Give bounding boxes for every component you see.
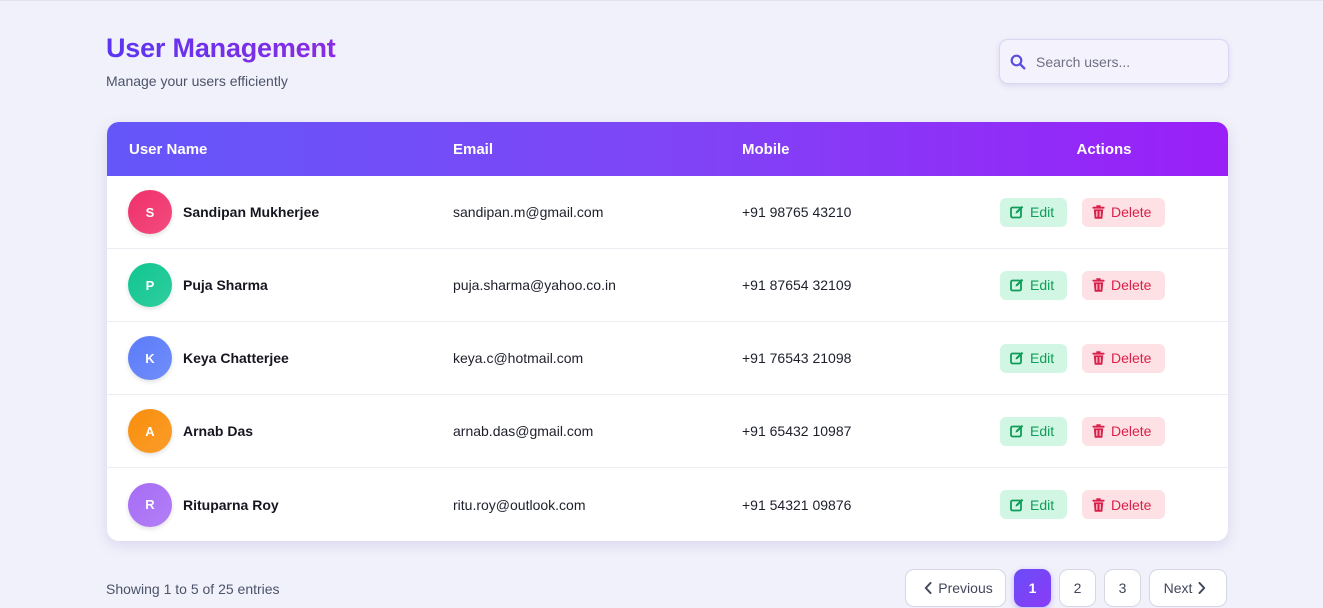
edit-label: Edit bbox=[1030, 277, 1055, 293]
table-row: K Keya Chatterjee keya.c@hotmail.com +91 76… bbox=[107, 322, 1228, 395]
user-name: Keya Chatterjee bbox=[183, 350, 289, 366]
chevron-left-icon bbox=[925, 582, 932, 594]
trash-icon bbox=[1092, 278, 1105, 292]
table-row: S Sandipan Mukherjee sandipan.m@gmail.com +… bbox=[107, 176, 1228, 249]
edit-label: Edit bbox=[1030, 423, 1055, 439]
delete-label: Delete bbox=[1111, 204, 1152, 220]
edit-icon bbox=[1010, 498, 1024, 511]
mobile-cell: +91 54321 09876 bbox=[742, 496, 852, 513]
user-name-cell: P Puja Sharma bbox=[107, 263, 453, 307]
edit-icon bbox=[1010, 205, 1024, 219]
email-cell: puja.sharma@yahoo.co.in bbox=[453, 277, 616, 293]
email-cell: sandipan.m@gmail.com bbox=[453, 204, 604, 220]
page-button-1[interactable]: 1 bbox=[1014, 569, 1051, 607]
user-name: Sandipan Mukherjee bbox=[183, 204, 320, 220]
column-header-email: Email bbox=[453, 140, 494, 158]
avatar: K bbox=[128, 336, 172, 380]
trash-icon bbox=[1092, 205, 1105, 219]
mobile-cell: +91 76543 21098 bbox=[742, 350, 852, 366]
edit-icon bbox=[1010, 351, 1024, 365]
email-cell: ritu.roy@outlook.com bbox=[453, 496, 586, 513]
page-button-2[interactable]: 2 bbox=[1059, 569, 1096, 607]
trash-icon bbox=[1092, 497, 1105, 512]
mobile-cell: +91 98765 43210 bbox=[742, 204, 852, 220]
column-header-user-name: User Name bbox=[129, 140, 208, 158]
delete-button[interactable]: Delete bbox=[1082, 343, 1165, 373]
user-name: Puja Sharma bbox=[183, 277, 268, 293]
actions-cell: Edit Delete bbox=[980, 270, 1228, 300]
actions-cell: Edit Delete bbox=[980, 343, 1228, 373]
edit-icon bbox=[1010, 424, 1024, 438]
email-cell: arnab.das@gmail.com bbox=[453, 423, 594, 439]
edit-button[interactable]: Edit bbox=[1000, 416, 1067, 446]
delete-label: Delete bbox=[1111, 496, 1152, 513]
table-body: S Sandipan Mukherjee sandipan.m@gmail.com +… bbox=[107, 176, 1228, 541]
delete-button[interactable]: Delete bbox=[1082, 197, 1165, 227]
delete-button[interactable]: Delete bbox=[1082, 416, 1165, 446]
email-cell: keya.c@hotmail.com bbox=[453, 350, 584, 366]
edit-button[interactable]: Edit bbox=[1000, 270, 1067, 300]
table-row: A Arnab Das arnab.das@gmail.com +91 65432 1… bbox=[107, 395, 1228, 468]
column-header-mobile: Mobile bbox=[742, 140, 790, 158]
trash-icon bbox=[1092, 351, 1105, 365]
user-name-cell: R Rituparna Roy bbox=[107, 482, 453, 527]
trash-icon bbox=[1092, 424, 1105, 438]
edit-label: Edit bbox=[1030, 496, 1055, 513]
pagination: Previous 1 2 3 Next bbox=[905, 569, 1227, 607]
actions-cell: Edit Delete bbox=[980, 416, 1228, 446]
page-subtitle: Manage your users efficiently bbox=[106, 73, 288, 89]
table-header: User Name Email Mobile Actions bbox=[107, 122, 1228, 176]
user-name-cell: A Arnab Das bbox=[107, 409, 453, 453]
users-table: User Name Email Mobile Actions S Sandipan… bbox=[107, 122, 1228, 541]
search-icon bbox=[1010, 54, 1026, 70]
actions-cell: Edit Delete bbox=[980, 197, 1228, 227]
delete-label: Delete bbox=[1111, 350, 1152, 366]
table-row: P Puja Sharma puja.sharma@yahoo.co.in +91 8… bbox=[107, 249, 1228, 322]
page-button-3[interactable]: 3 bbox=[1104, 569, 1141, 607]
edit-icon bbox=[1010, 278, 1024, 292]
avatar: P bbox=[128, 263, 172, 307]
search-box[interactable] bbox=[999, 39, 1229, 84]
edit-label: Edit bbox=[1030, 204, 1055, 220]
avatar: A bbox=[128, 409, 172, 453]
search-input[interactable] bbox=[1036, 53, 1216, 70]
delete-label: Delete bbox=[1111, 423, 1152, 439]
user-name: Rituparna Roy bbox=[183, 496, 279, 513]
page-header: User Management Manage your users effici… bbox=[106, 31, 336, 89]
actions-cell: Edit Delete bbox=[980, 490, 1228, 519]
user-name-cell: S Sandipan Mukherjee bbox=[107, 190, 453, 234]
delete-button[interactable]: Delete bbox=[1082, 490, 1165, 519]
column-header-actions: Actions bbox=[1076, 140, 1132, 158]
mobile-cell: +91 65432 10987 bbox=[742, 423, 852, 439]
delete-button[interactable]: Delete bbox=[1082, 270, 1165, 300]
next-page-button[interactable]: Next bbox=[1149, 569, 1227, 607]
edit-label: Edit bbox=[1030, 350, 1055, 366]
chevron-right-icon bbox=[1198, 582, 1206, 594]
mobile-cell: +91 87654 32109 bbox=[742, 277, 852, 293]
previous-page-button[interactable]: Previous bbox=[905, 569, 1006, 607]
edit-button[interactable]: Edit bbox=[1000, 197, 1067, 227]
previous-label: Previous bbox=[938, 580, 993, 596]
user-name: Arnab Das bbox=[183, 423, 254, 439]
page-title: User Management bbox=[106, 33, 336, 63]
edit-button[interactable]: Edit bbox=[1000, 490, 1067, 519]
table-row: R Rituparna Roy ritu.roy@outlook.com +91 54… bbox=[107, 468, 1228, 541]
avatar: R bbox=[128, 482, 172, 527]
delete-label: Delete bbox=[1111, 277, 1152, 293]
avatar: S bbox=[128, 190, 172, 234]
next-label: Next bbox=[1163, 580, 1193, 596]
user-name-cell: K Keya Chatterjee bbox=[107, 336, 453, 380]
edit-button[interactable]: Edit bbox=[1000, 343, 1067, 373]
entries-info: Showing 1 to 5 of 25 entries bbox=[106, 581, 280, 597]
